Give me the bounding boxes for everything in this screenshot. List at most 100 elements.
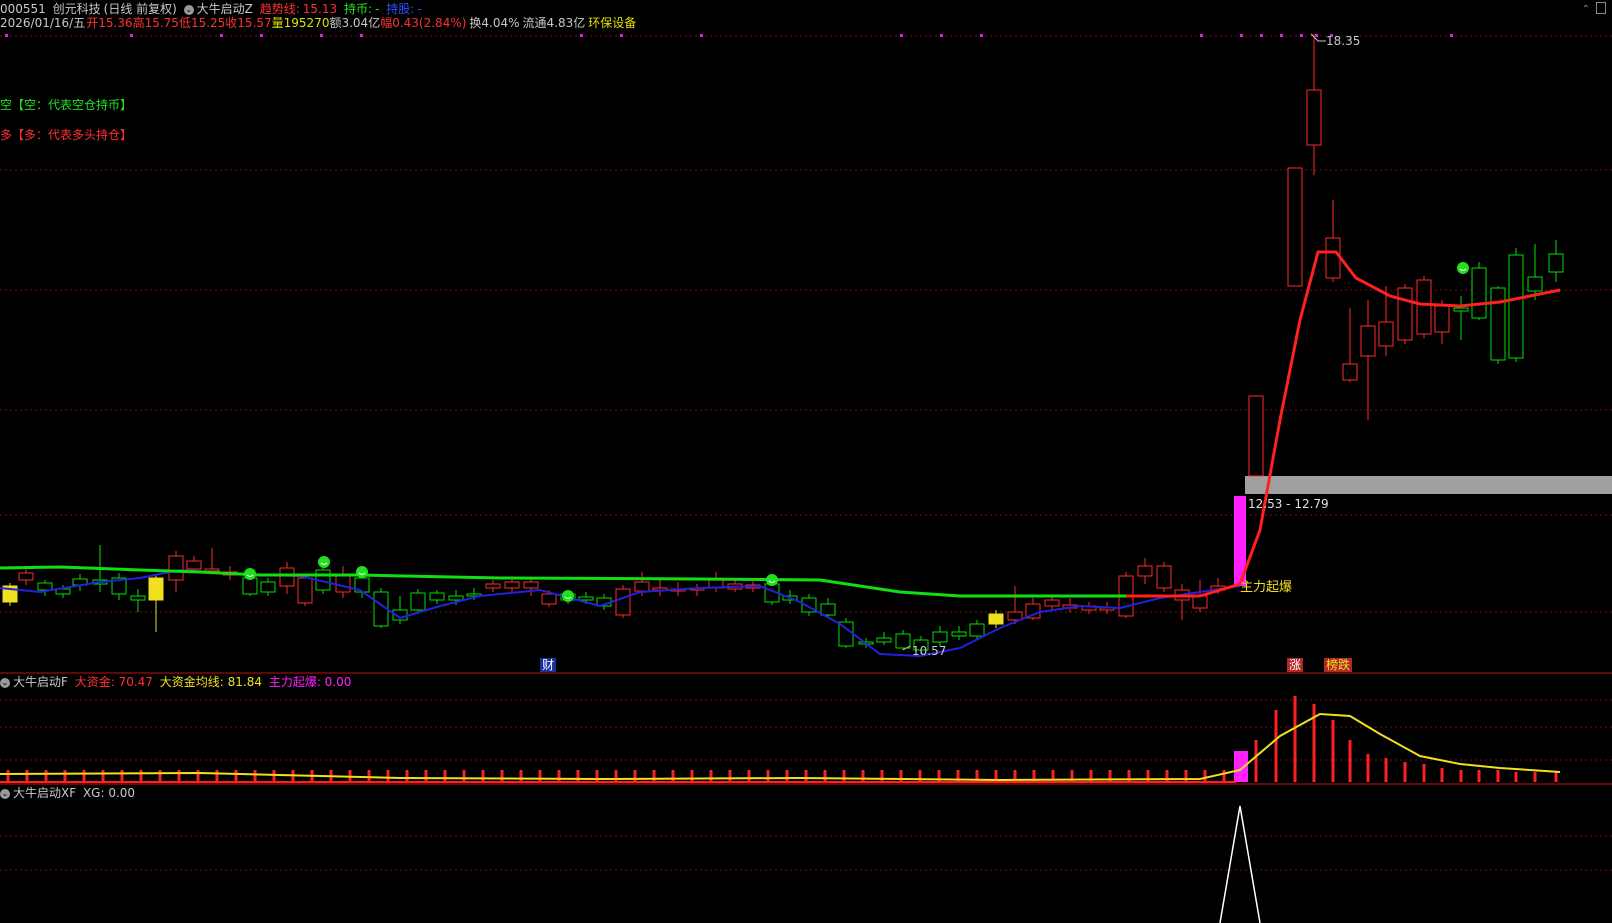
candle-body <box>1192 595 1208 609</box>
candle-body <box>1453 307 1469 312</box>
top-dot <box>220 34 223 37</box>
top-dot <box>5 34 8 37</box>
top-dot <box>260 34 263 37</box>
candle <box>1007 586 1023 624</box>
candle <box>708 572 724 592</box>
candle-body <box>1342 363 1358 381</box>
smiley-icon <box>318 556 330 568</box>
candle-body <box>260 581 276 593</box>
candle <box>689 584 705 596</box>
candle <box>1137 558 1153 584</box>
chart-canvas[interactable] <box>0 0 1612 923</box>
candle <box>1508 248 1524 362</box>
panel3-title[interactable]: 大牛启动XF <box>13 786 76 800</box>
candle-body <box>615 588 631 616</box>
fund-bars <box>0 696 1558 783</box>
candle-body <box>969 623 985 637</box>
candle <box>2 583 18 606</box>
candle-body <box>951 631 967 637</box>
candle-body <box>1137 565 1153 577</box>
smiley-face <box>562 590 574 602</box>
candle <box>1360 300 1376 420</box>
candle-body <box>820 603 836 616</box>
candle-body <box>1044 599 1060 607</box>
candle-body <box>1378 321 1394 347</box>
panel2-menu-icon[interactable]: ⌄ <box>0 677 10 688</box>
top-dot <box>1200 34 1203 37</box>
top-dot <box>1315 34 1318 37</box>
candle <box>72 574 88 591</box>
candle-body <box>1548 253 1564 273</box>
candle-body <box>1156 565 1172 589</box>
candle-body <box>1287 167 1303 287</box>
candle <box>1471 262 1487 320</box>
top-dot <box>1450 34 1453 37</box>
candle <box>279 562 295 594</box>
candle <box>988 610 1004 628</box>
candle-body <box>1248 395 1264 477</box>
smiley-icon <box>1457 262 1469 274</box>
candle <box>335 566 351 598</box>
top-dot <box>980 34 983 37</box>
marker-rise[interactable]: 涨 <box>1287 658 1304 672</box>
candle-body <box>504 581 520 589</box>
candle-body <box>523 581 539 589</box>
candle-body <box>1325 237 1341 279</box>
candle <box>504 578 520 592</box>
grid-lines <box>0 35 1612 871</box>
panel2-header: ⌄ 大牛启动F 大资金: 70.47 大资金均线: 81.84 主力起爆: 0.0… <box>0 674 354 690</box>
top-dot <box>320 34 323 37</box>
top-dot <box>360 34 363 37</box>
smiley-face <box>356 566 368 578</box>
candle <box>485 580 501 592</box>
panel2-title[interactable]: 大牛启动F <box>13 675 68 689</box>
smiley-icon <box>766 574 778 586</box>
panel2-big-fund-ma: 大资金均线: 81.84 <box>159 675 262 689</box>
candle <box>1548 240 1564 282</box>
candle <box>204 548 220 574</box>
fund-ma-line <box>0 712 1561 782</box>
smiley-face <box>244 568 256 580</box>
candle <box>876 632 892 645</box>
candle <box>1174 584 1190 620</box>
candle-body <box>541 593 557 605</box>
candle-body <box>1434 305 1450 333</box>
candle-body <box>578 596 594 601</box>
smiley-icon <box>356 566 368 578</box>
candle-body <box>988 613 1004 625</box>
smiley-face <box>1457 262 1469 274</box>
panel3-menu-icon[interactable]: ⌄ <box>0 788 10 799</box>
top-dot <box>580 34 583 37</box>
high-price-label: 18.35 <box>1326 34 1361 48</box>
top-dot <box>900 34 903 37</box>
candle-body <box>1416 279 1432 335</box>
candle-body <box>1007 611 1023 621</box>
candle <box>429 590 445 604</box>
candle-body <box>186 560 202 570</box>
marker-list[interactable]: 榜跌 <box>1324 658 1353 672</box>
top-dot <box>1280 34 1283 37</box>
smiley-icon <box>244 568 256 580</box>
candle <box>1397 284 1413 344</box>
candle <box>1527 244 1543 300</box>
candle-body <box>1490 287 1506 361</box>
burst-label: 主力起爆 <box>1240 580 1293 595</box>
candle-body <box>429 592 445 601</box>
candle-body <box>485 583 501 589</box>
candle-body <box>1360 325 1376 357</box>
candle <box>1248 395 1264 477</box>
candle-body <box>204 568 220 572</box>
candle <box>392 596 408 624</box>
candle <box>1306 34 1322 175</box>
marker-finance[interactable]: 财 <box>540 658 557 672</box>
candle-body <box>932 631 948 643</box>
candle <box>1325 200 1341 282</box>
candle <box>1287 167 1303 287</box>
top-dot <box>620 34 623 37</box>
candle <box>111 573 127 600</box>
candlesticks <box>2 34 1564 654</box>
top-dot <box>940 34 943 37</box>
candle <box>932 626 948 646</box>
low-price-label: 10.57 <box>912 644 947 658</box>
candle-body <box>1527 276 1543 292</box>
